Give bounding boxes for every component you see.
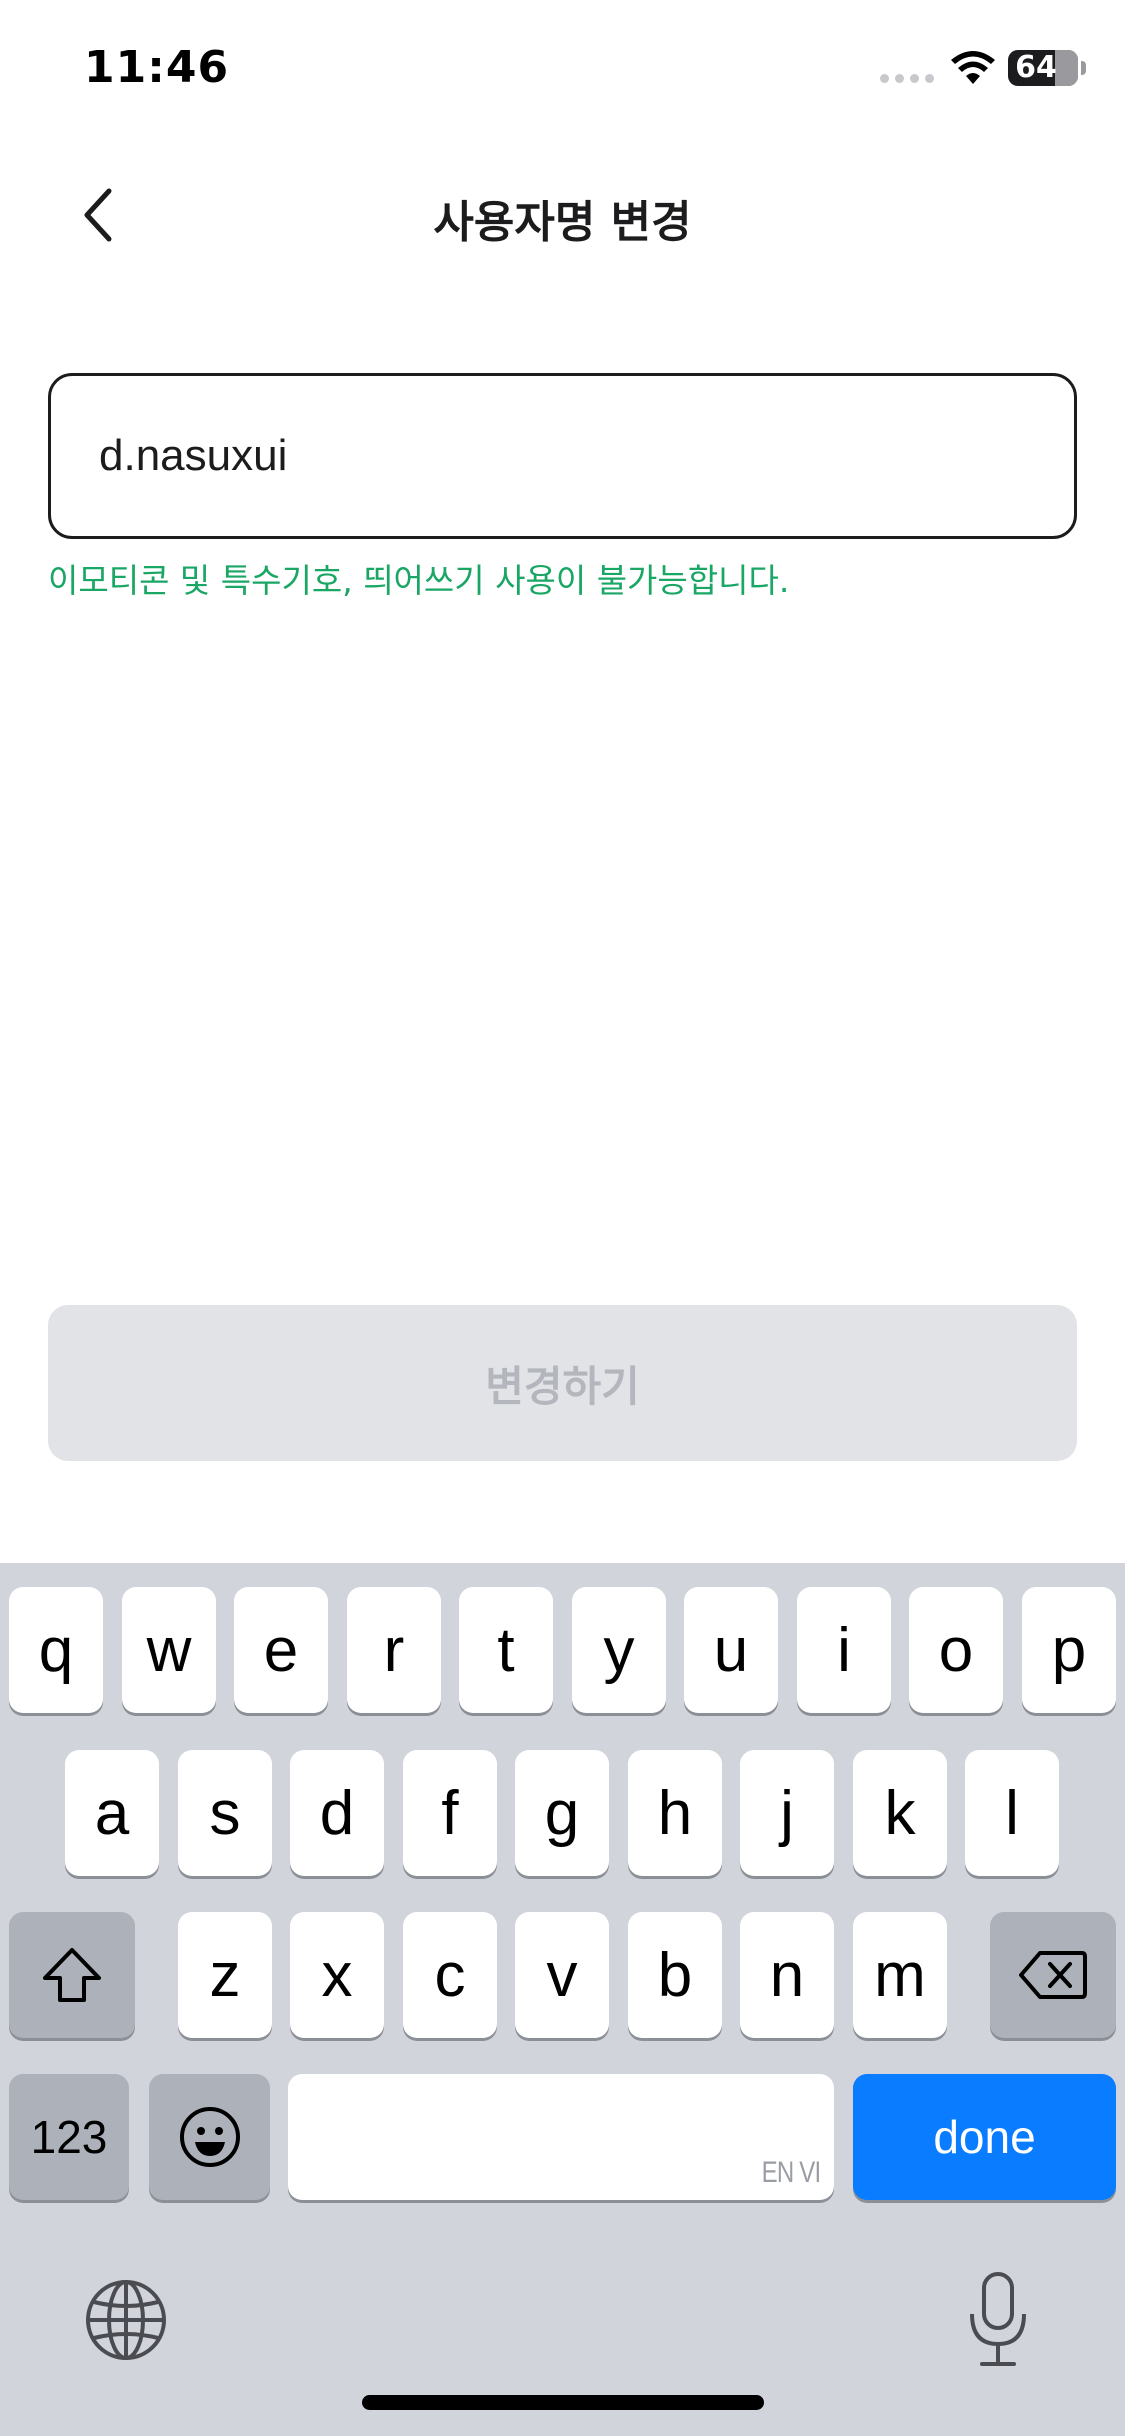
numbers-key[interactable]: 123 bbox=[9, 2074, 129, 2200]
key-z[interactable]: z bbox=[178, 1912, 272, 2038]
cellular-signal-icon bbox=[880, 74, 934, 86]
helper-text: 이모티콘 및 특수기호, 띄어쓰기 사용이 불가능합니다. bbox=[48, 561, 790, 600]
battery-icon: 64 bbox=[1008, 50, 1078, 86]
microphone-icon[interactable] bbox=[966, 2270, 1030, 2370]
globe-icon[interactable] bbox=[84, 2278, 168, 2362]
username-input[interactable] bbox=[99, 376, 1029, 536]
status-time: 11:46 bbox=[84, 42, 230, 93]
key-a[interactable]: a bbox=[65, 1750, 159, 1876]
key-n[interactable]: n bbox=[740, 1912, 834, 2038]
key-e[interactable]: e bbox=[234, 1587, 328, 1713]
key-g[interactable]: g bbox=[515, 1750, 609, 1876]
key-h[interactable]: h bbox=[628, 1750, 722, 1876]
key-q[interactable]: q bbox=[9, 1587, 103, 1713]
done-key[interactable]: done bbox=[853, 2074, 1116, 2200]
nav-bar: 사용자명 변경 bbox=[0, 160, 1125, 270]
home-indicator bbox=[362, 2395, 764, 2410]
key-i[interactable]: i bbox=[797, 1587, 891, 1713]
key-b[interactable]: b bbox=[628, 1912, 722, 2038]
key-p[interactable]: p bbox=[1022, 1587, 1116, 1713]
key-t[interactable]: t bbox=[459, 1587, 553, 1713]
shift-arrow-icon bbox=[43, 1948, 101, 2002]
key-k[interactable]: k bbox=[853, 1750, 947, 1876]
keyboard-language-hint: EN VI bbox=[761, 2156, 820, 2189]
key-j[interactable]: j bbox=[740, 1750, 834, 1876]
key-d[interactable]: d bbox=[290, 1750, 384, 1876]
wifi-icon bbox=[951, 51, 995, 84]
key-f[interactable]: f bbox=[403, 1750, 497, 1876]
battery-level: 64 bbox=[1015, 50, 1057, 85]
key-u[interactable]: u bbox=[684, 1587, 778, 1713]
username-field-container[interactable] bbox=[48, 373, 1077, 539]
change-button[interactable]: 변경하기 bbox=[48, 1305, 1077, 1461]
key-m[interactable]: m bbox=[853, 1912, 947, 2038]
backspace-icon bbox=[1019, 1951, 1087, 1999]
key-l[interactable]: l bbox=[965, 1750, 1059, 1876]
delete-key[interactable] bbox=[990, 1912, 1116, 2038]
key-o[interactable]: o bbox=[909, 1587, 1003, 1713]
key-v[interactable]: v bbox=[515, 1912, 609, 2038]
key-r[interactable]: r bbox=[347, 1587, 441, 1713]
key-w[interactable]: w bbox=[122, 1587, 216, 1713]
key-c[interactable]: c bbox=[403, 1912, 497, 2038]
emoji-icon bbox=[179, 2107, 240, 2167]
space-key[interactable]: EN VI bbox=[288, 2074, 834, 2200]
status-bar: 11:46 64 bbox=[0, 0, 1125, 140]
emoji-key[interactable] bbox=[149, 2074, 270, 2200]
key-x[interactable]: x bbox=[290, 1912, 384, 2038]
page-title: 사용자명 변경 bbox=[433, 197, 692, 248]
shift-key[interactable] bbox=[9, 1912, 135, 2038]
key-s[interactable]: s bbox=[178, 1750, 272, 1876]
key-y[interactable]: y bbox=[572, 1587, 666, 1713]
